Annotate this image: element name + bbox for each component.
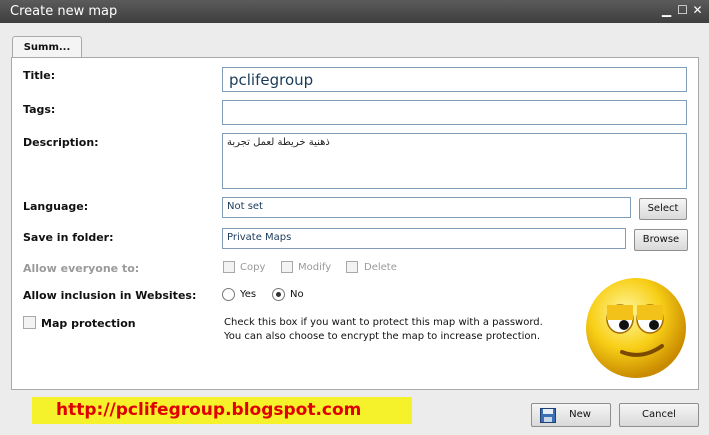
title-bar: Create new map ▁ ☐ ✕ (0, 0, 709, 23)
protection-checkbox[interactable] (23, 316, 36, 329)
yes-radio[interactable] (222, 288, 235, 301)
new-button[interactable]: New (531, 403, 611, 427)
protection-help-line-1: Check this box if you want to protect th… (224, 317, 543, 328)
inclusion-label: Allow inclusion in Websites: (23, 289, 197, 302)
language-input[interactable]: Not set (222, 197, 631, 218)
smiley-face-icon (586, 278, 686, 378)
browse-button[interactable]: Browse (634, 229, 688, 251)
protection-label: Map protection (41, 317, 136, 330)
copy-label: Copy (240, 262, 266, 273)
blog-link[interactable]: http://pclifegroup.blogspot.com (32, 397, 412, 424)
tab-summary[interactable]: Summ... (12, 36, 82, 59)
title-label: Title: (23, 69, 56, 82)
description-textarea[interactable]: ذهنية خريطة لعمل تجربة (222, 133, 687, 189)
new-button-label: New (569, 409, 591, 420)
description-label: Description: (23, 136, 99, 149)
allow-label: Allow everyone to: (23, 262, 140, 275)
delete-checkbox[interactable] (346, 261, 358, 273)
floppy-disk-icon (540, 408, 556, 423)
protection-help-line-2: You can also choose to encrypt the map t… (224, 331, 541, 342)
close-icon[interactable]: ✕ (691, 4, 704, 17)
no-radio[interactable] (272, 288, 285, 301)
tags-label: Tags: (23, 103, 56, 116)
copy-checkbox[interactable] (223, 261, 235, 273)
tags-input[interactable] (222, 100, 687, 125)
title-input[interactable]: pclifegroup (222, 67, 687, 92)
folder-label: Save in folder: (23, 231, 114, 244)
yes-label: Yes (240, 289, 257, 300)
no-label: No (290, 289, 304, 300)
no-radio-dot (276, 292, 281, 297)
minimize-icon[interactable]: ▁ (660, 4, 673, 17)
language-label: Language: (23, 200, 89, 213)
cancel-button[interactable]: Cancel (619, 403, 699, 427)
modify-checkbox[interactable] (281, 261, 293, 273)
protection-help: Check this box if you want to protect th… (224, 316, 584, 344)
folder-input[interactable]: Private Maps (222, 228, 626, 249)
maximize-icon[interactable]: ☐ (676, 4, 689, 17)
select-button[interactable]: Select (639, 198, 687, 220)
window-title: Create new map (10, 4, 118, 19)
modify-label: Modify (298, 262, 332, 273)
delete-label: Delete (364, 262, 397, 273)
